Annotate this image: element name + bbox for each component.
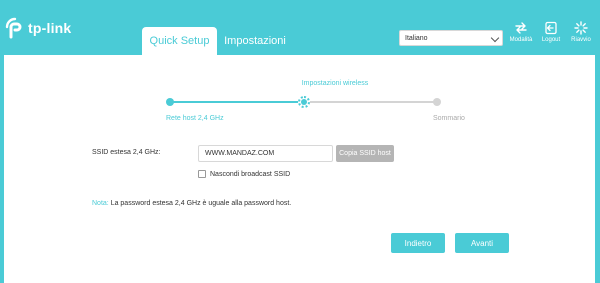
logout-label: Logout [541,37,561,43]
reboot-button[interactable]: Riavvio [566,21,596,47]
copy-ssid-button[interactable]: Copia SSID host [336,145,394,162]
chevron-down-icon [490,33,500,43]
mode-button[interactable]: Modalità [506,21,536,47]
step-label-host-network: Rete host 2,4 GHz [166,115,224,122]
hide-broadcast-row: Nascondi broadcast SSID [198,170,290,178]
language-selected-value: Italiano [405,34,428,42]
current-step-title: Impostazioni wireless [301,80,369,87]
tab-quick-setup[interactable]: Quick Setup [142,27,217,55]
ssid-input[interactable] [198,145,333,162]
note-body: La password estesa 2,4 GHz è uguale alla… [110,200,292,207]
next-button[interactable]: Avanti [455,233,509,253]
language-select[interactable]: Italiano [399,30,503,46]
step-dot-wireless-settings [298,96,310,108]
hide-broadcast-label: Nascondi broadcast SSID [210,170,291,178]
note-key: Nota: [92,200,109,207]
progress-line-pending [304,101,437,103]
mode-icon [515,22,527,34]
reboot-label: Riavvio [571,37,591,43]
mode-label: Modalità [509,37,533,43]
top-header: tp-link Quick Setup Impostazioni Italian… [0,0,600,55]
progress-line-done [170,101,304,103]
step-dot-summary [433,98,441,106]
logo-text: tp-link [28,20,72,36]
logout-icon [545,21,557,35]
back-button[interactable]: Indietro [391,233,445,253]
tp-link-logo: tp-link [4,17,71,39]
reboot-icon [574,21,588,35]
step-dot-host-network [166,98,174,106]
logo-icon [5,17,22,39]
tab-impostazioni[interactable]: Impostazioni [220,27,290,55]
note-text: Nota: La password estesa 2,4 GHz è ugual… [92,200,291,207]
step-label-summary: Sommario [433,115,465,122]
logout-button[interactable]: Logout [536,21,566,47]
ssid-field-label: SSID estesa 2,4 GHz: [92,149,161,156]
hide-broadcast-checkbox[interactable] [198,170,206,178]
